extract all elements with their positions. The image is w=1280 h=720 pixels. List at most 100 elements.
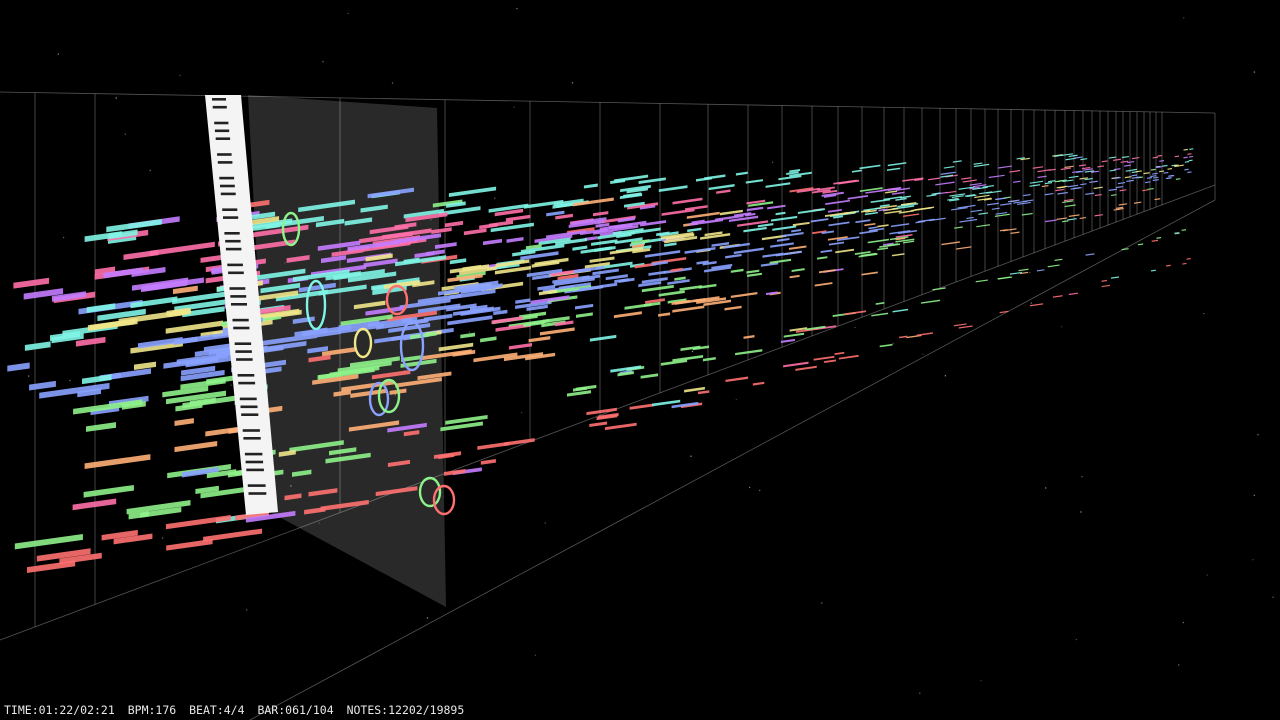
note-bar [1131,174,1138,177]
note-bar [13,277,50,289]
star [513,106,515,108]
star [691,350,694,353]
note-bar [460,332,475,339]
star [149,169,151,172]
note-bar [747,272,762,278]
note-bar [174,440,218,453]
note-bar [1147,177,1152,179]
note-bar [680,345,701,351]
note-bar [641,284,674,293]
note-bar [1152,172,1158,175]
note-bar [966,216,974,220]
note-bar [1037,169,1051,173]
note-bar [1132,156,1140,160]
note-bar [978,212,989,215]
black-key [222,208,238,211]
note-bar [776,237,790,242]
visualizer-3d-view [0,8,1274,720]
note-bar [932,287,946,291]
note-bar [991,207,1000,210]
note-bar [1064,165,1074,169]
star [1257,434,1259,436]
star [1029,271,1031,274]
note-bar [743,335,755,339]
black-key [220,192,236,196]
star [771,161,774,163]
note-bar [708,184,735,191]
note-bar [789,245,807,250]
note-bar [946,190,957,194]
note-bar [1085,192,1095,195]
note-bar [589,256,615,263]
note-bar [480,336,497,343]
star [520,412,523,414]
note-bar [725,376,749,383]
black-key [248,492,267,495]
note-bar [1152,156,1158,159]
time-readout: TIME:01:22/02:21 [4,703,115,717]
note-bar [1010,271,1022,275]
note-bar [730,291,758,298]
star [516,8,518,10]
note-bar [539,327,575,336]
note-bar [735,349,763,356]
note-bar [996,197,1007,201]
black-key [246,468,264,472]
note-bar [855,219,871,224]
note-bar [444,220,464,228]
black-key [228,271,244,275]
note-bar [86,303,116,313]
black-key [232,318,249,322]
note-bar [792,221,810,227]
star [544,522,546,524]
star [735,398,738,401]
note-bar [1068,292,1079,296]
note-bar [797,208,825,214]
note-bar [941,241,960,246]
note-bar [935,181,955,186]
star [1203,312,1205,315]
note-bar [987,202,999,206]
note-bar [1156,237,1162,239]
bar-readout: BAR:061/104 [257,703,334,717]
note-bar [576,312,593,318]
note-bar [1074,156,1083,159]
star [571,82,574,84]
note-bar [733,247,764,255]
note-bar [1187,171,1192,174]
note-bar [943,165,955,169]
note-bar [448,186,497,198]
note-bar [914,206,935,211]
black-key [242,429,260,432]
note-bar [640,373,659,379]
note-bar [572,245,588,251]
note-bar [1101,284,1110,288]
note-bar [1147,187,1154,191]
note-bar [870,198,891,204]
star [161,537,164,539]
star [919,692,921,694]
note-bar [1108,156,1117,159]
star [1182,621,1185,624]
star [426,617,429,619]
note-bar [1044,182,1053,185]
black-key [241,413,259,416]
black-key [212,105,227,109]
note-bar [1174,155,1179,158]
note-bar [970,209,983,213]
black-key [223,216,239,219]
note-bar [825,199,850,206]
note-bar [783,332,805,338]
note-bar [1165,177,1171,180]
note-bar [613,311,642,319]
star [1253,71,1256,73]
note-bar [679,285,702,291]
note-bar [783,361,809,368]
star [62,236,65,239]
black-key [240,405,258,409]
note-bar [1134,201,1142,204]
note-bar [976,224,990,228]
star [821,602,823,604]
note-bar [789,274,800,279]
note-bar [1029,180,1044,184]
